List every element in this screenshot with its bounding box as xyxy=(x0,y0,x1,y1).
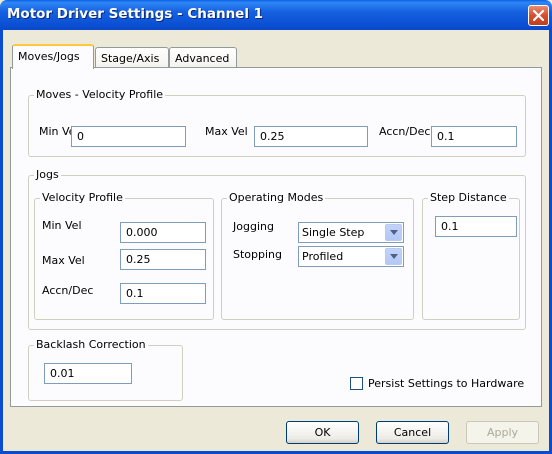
moves-max-vel-label: Max Vel xyxy=(205,125,248,138)
moves-velocity-profile-group: Moves - Velocity Profile Min Vel 0 Max V… xyxy=(28,88,526,157)
jogging-dropdown-button[interactable] xyxy=(385,224,402,241)
step-distance-group: Step Distance 0.1 xyxy=(422,191,520,320)
step-distance-input[interactable]: 0.1 xyxy=(435,216,517,237)
jogging-select[interactable]: Single Step xyxy=(298,222,404,243)
stopping-dropdown-button[interactable] xyxy=(385,248,402,265)
jogging-label: Jogging xyxy=(233,220,274,233)
jog-accn-dec-input[interactable]: 0.1 xyxy=(120,283,206,304)
operating-modes-group: Operating Modes Jogging Single Step Stop… xyxy=(221,191,414,320)
chevron-down-icon xyxy=(390,254,398,259)
group-label: Backlash Correction xyxy=(34,338,148,351)
jogging-selected-value: Single Step xyxy=(302,226,365,239)
stopping-label: Stopping xyxy=(233,248,283,261)
tab-label: Advanced xyxy=(175,52,230,65)
stopping-selected-value: Profiled xyxy=(302,250,344,263)
chevron-down-icon xyxy=(390,230,398,235)
ok-button[interactable]: OK xyxy=(286,421,359,444)
jog-accn-dec-label: Accn/Dec xyxy=(42,284,94,297)
jog-min-vel-label: Min Vel xyxy=(42,219,82,232)
window-frame-left xyxy=(0,30,3,454)
jog-max-vel-label: Max Vel xyxy=(42,254,85,267)
tab-label: Moves/Jogs xyxy=(18,50,80,63)
moves-accn-dec-input[interactable]: 0.1 xyxy=(431,126,517,147)
moves-min-vel-input[interactable]: 0 xyxy=(71,126,186,147)
apply-button[interactable]: Apply xyxy=(466,421,539,444)
group-label: Operating Modes xyxy=(227,191,326,204)
jog-min-vel-input[interactable]: 0.000 xyxy=(120,222,206,243)
cancel-button[interactable]: Cancel xyxy=(376,421,449,444)
apply-button-label: Apply xyxy=(486,426,519,439)
persist-settings-label[interactable]: Persist Settings to Hardware xyxy=(368,377,524,390)
tab-stage-axis[interactable]: Stage/Axis xyxy=(95,47,169,69)
cancel-button-label: Cancel xyxy=(393,426,432,439)
ok-button-label: OK xyxy=(314,426,331,439)
tab-advanced[interactable]: Advanced xyxy=(169,47,237,69)
persist-settings-checkbox[interactable] xyxy=(350,377,363,390)
group-label: Jogs xyxy=(34,168,61,181)
moves-max-vel-input[interactable]: 0.25 xyxy=(254,126,368,147)
close-button[interactable] xyxy=(528,5,549,26)
group-label: Velocity Profile xyxy=(40,191,125,204)
tab-moves-jogs[interactable]: Moves/Jogs xyxy=(12,44,94,69)
title-bar[interactable]: Motor Driver Settings - Channel 1 xyxy=(0,0,552,30)
close-icon xyxy=(532,9,545,22)
jog-max-vel-input[interactable]: 0.25 xyxy=(120,249,206,270)
backlash-correction-input[interactable]: 0.01 xyxy=(44,363,132,384)
group-label: Step Distance xyxy=(428,191,509,204)
jogs-group: Jogs Velocity Profile Min Vel 0.000 Max … xyxy=(28,168,526,330)
backlash-correction-group: Backlash Correction 0.01 xyxy=(28,338,183,401)
stopping-select[interactable]: Profiled xyxy=(298,246,404,267)
jogs-velocity-profile-group: Velocity Profile Min Vel 0.000 Max Vel 0… xyxy=(34,191,214,320)
group-label: Moves - Velocity Profile xyxy=(34,88,166,101)
tab-panel-moves-jogs: Moves - Velocity Profile Min Vel 0 Max V… xyxy=(10,67,542,407)
tab-label: Stage/Axis xyxy=(101,52,160,65)
moves-accn-dec-label: Accn/Dec xyxy=(379,125,431,138)
window-title: Motor Driver Settings - Channel 1 xyxy=(7,6,264,22)
